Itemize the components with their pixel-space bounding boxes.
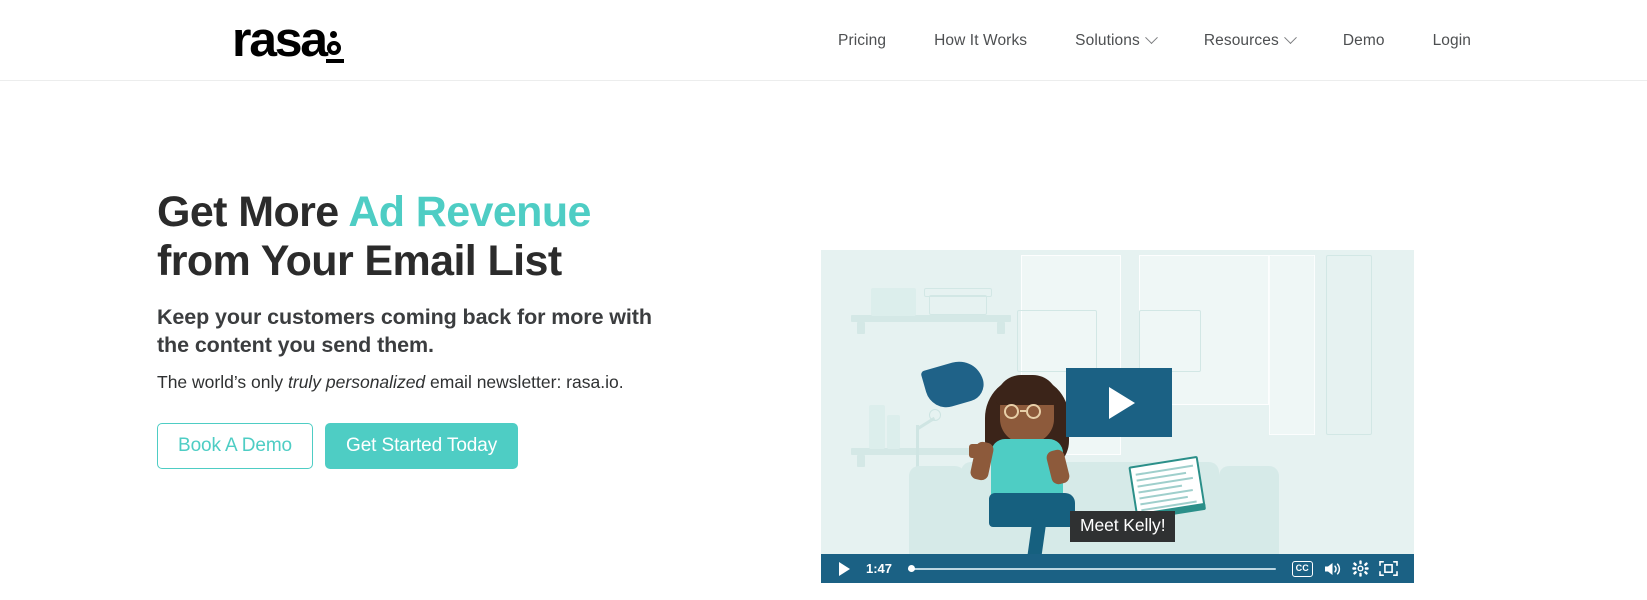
nav-item-pricing[interactable]: Pricing <box>838 32 886 50</box>
fullscreen-icon <box>1379 560 1398 577</box>
hero-tagline: The world’s only truly personalized emai… <box>157 371 717 395</box>
logo-dot-icon <box>330 31 338 38</box>
cta-button-row: Book A Demo Get Started Today <box>157 422 717 469</box>
person-glasses-left-icon <box>1004 404 1019 419</box>
window-frame-icon <box>1326 255 1372 435</box>
shelf-bracket-icon <box>857 455 865 467</box>
nav-item-resources[interactable]: Resources <box>1203 31 1297 50</box>
get-started-today-button[interactable]: Get Started Today <box>325 422 519 469</box>
person-glasses-right-icon <box>1026 404 1041 419</box>
play-button[interactable] <box>839 561 850 576</box>
book-a-demo-button[interactable]: Book A Demo <box>157 422 314 469</box>
lamp-knob-icon <box>929 409 941 421</box>
nav-item-how-it-works[interactable]: How It Works <box>934 32 1027 50</box>
play-overlay-button[interactable] <box>1066 368 1172 437</box>
window-glass-icon <box>1269 255 1315 435</box>
nav-label: How It Works <box>934 31 1028 49</box>
nav-label: Resources <box>1203 31 1279 49</box>
video-control-bar: 1:47 CC <box>821 554 1414 583</box>
progress-track <box>908 567 1276 570</box>
nav-label: Demo <box>1342 31 1385 49</box>
video-time-display: 1:47 <box>866 561 893 576</box>
logo-io-mark <box>326 31 350 65</box>
fullscreen-button[interactable] <box>1379 560 1398 577</box>
video-player[interactable]: Meet Kelly! 1:47 CC <box>821 250 1414 583</box>
headline-line1-plain: Get More <box>157 188 349 236</box>
nav-item-login[interactable]: Login <box>1433 32 1471 50</box>
person-glasses-bridge-icon <box>1020 410 1026 412</box>
shelf-bracket-icon <box>997 322 1005 334</box>
shelf-bracket-icon <box>857 322 865 334</box>
hero-copy-block: Get More Ad Revenue from Your Email List… <box>157 188 717 469</box>
tagline-emphasis: truly personalized <box>288 371 426 392</box>
nav-label: Solutions <box>1075 31 1140 49</box>
hero-section: Get More Ad Revenue from Your Email List… <box>0 81 1647 600</box>
nav-label: Login <box>1432 31 1472 49</box>
headline-accent: Ad Revenue <box>348 188 591 236</box>
logo-circle-icon <box>327 41 342 55</box>
shelf-tray-icon <box>929 295 987 315</box>
nav-item-solutions[interactable]: Solutions <box>1075 31 1158 50</box>
volume-icon <box>1325 562 1341 575</box>
logo-wordmark: rasa <box>232 13 328 67</box>
picture-frame-icon <box>1139 310 1201 372</box>
chevron-down-icon <box>1144 31 1158 45</box>
logo-underline-icon <box>326 59 345 63</box>
shelf-tray-icon <box>924 288 992 297</box>
page-title: Get More Ad Revenue from Your Email List <box>157 188 717 286</box>
play-icon <box>1109 386 1135 419</box>
book-icon <box>887 415 900 449</box>
site-header: rasa Pricing How It Works Solutions Reso… <box>0 0 1647 81</box>
book-icon <box>869 405 885 449</box>
shelf-box-icon <box>871 288 916 316</box>
settings-button[interactable] <box>1352 560 1369 577</box>
nav-item-demo[interactable]: Demo <box>1343 32 1385 50</box>
picture-frame-icon <box>1017 310 1097 372</box>
site-logo[interactable]: rasa <box>232 16 350 65</box>
nav-label: Pricing <box>838 31 887 49</box>
primary-navigation: Pricing How It Works Solutions Resources… <box>838 0 1471 81</box>
progress-handle[interactable] <box>908 565 916 572</box>
headline-line2: from Your Email List <box>157 237 562 286</box>
gear-icon <box>1352 560 1369 577</box>
volume-button[interactable] <box>1323 561 1342 577</box>
cc-icon: CC <box>1291 560 1313 577</box>
video-progress-scrubber[interactable] <box>908 562 1276 576</box>
video-caption-label: Meet Kelly! <box>1070 511 1176 542</box>
tagline-post: email newsletter: rasa.io. <box>425 371 624 392</box>
coffee-cup-icon <box>969 444 985 458</box>
chevron-down-icon <box>1283 31 1297 45</box>
lamp-shade-icon <box>920 355 988 413</box>
shelf-icon <box>851 315 1011 322</box>
tagline-pre: The world’s only <box>157 371 288 392</box>
captions-button[interactable]: CC <box>1291 560 1313 577</box>
hero-subheading: Keep your customers coming back for more… <box>157 305 652 357</box>
